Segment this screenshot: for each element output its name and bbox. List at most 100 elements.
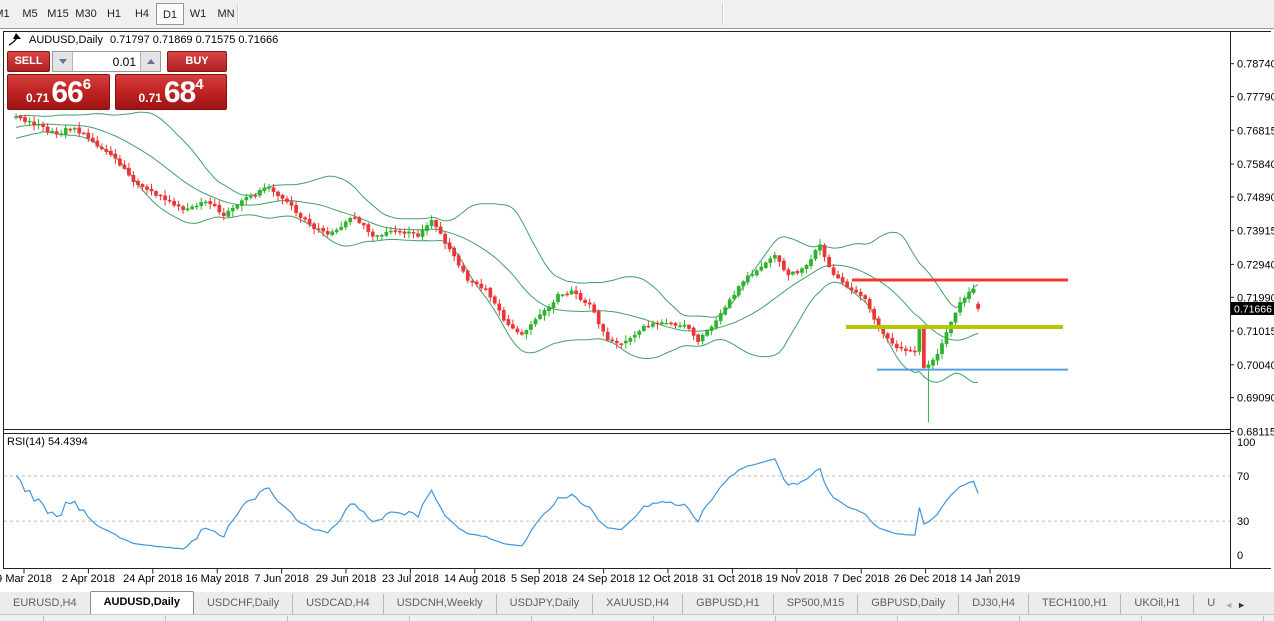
chart-tab-USDCAD-H4[interactable]: USDCAD,H4 [292,594,383,614]
volume-increase-button[interactable] [140,52,160,71]
bollinger-middle-band [15,123,979,341]
svg-text:9 Mar 2018: 9 Mar 2018 [0,573,52,585]
volume-spinner [52,51,161,72]
sell-button[interactable]: SELL [7,51,50,72]
svg-text:24 Apr 2018: 24 Apr 2018 [123,573,182,585]
timeframe-button-M1[interactable]: M1 [0,3,16,25]
chart-tab-GBPUSD-H1[interactable]: GBPUSD,H1 [682,594,773,614]
chart-symbol-period: AUDUSD,Daily [29,33,103,46]
mt4-window: M1M5M15M30H1H4D1W1MN 0.78740 0.77790 0.768… [0,0,1274,621]
svg-text:24 Sep 2018: 24 Sep 2018 [572,573,634,585]
svg-text:14 Aug 2018: 14 Aug 2018 [444,573,506,585]
svg-text:31 Oct 2018: 31 Oct 2018 [702,573,762,585]
timeframe-button-H1[interactable]: H1 [100,3,128,25]
chart-tab-XAUUSD-H4[interactable]: XAUUSD,H4 [592,594,682,614]
svg-text:100: 100 [1237,437,1255,449]
arrow-down-icon [58,59,67,64]
candles-layer [14,113,980,423]
ask-price-pipette: 4 [195,76,204,93]
svg-text:23 Jul 2018: 23 Jul 2018 [382,573,439,585]
svg-text:0.75840: 0.75840 [1237,159,1274,171]
chart-tab-EURUSD-H4[interactable]: EURUSD,H4 [0,594,90,614]
ask-price-button[interactable]: 0.71 68 4 [115,74,227,110]
volume-decrease-button[interactable] [53,52,73,71]
price-chart-canvas[interactable]: 0.78740 0.77790 0.76815 0.75840 0.74890 0.739… [0,29,1274,592]
svg-text:12 Oct 2018: 12 Oct 2018 [638,573,698,585]
date-axis: 9 Mar 2018 2 Apr 2018 24 Apr 2018 16 May 20… [0,568,1021,585]
timeframe-button-M15[interactable]: M15 [44,3,72,25]
svg-text:19 Nov 2018: 19 Nov 2018 [766,573,828,585]
chart-tab-USDCNH-Weekly[interactable]: USDCNH,Weekly [382,594,496,614]
chart-layers: 0.78740 0.77790 0.76815 0.75840 0.74890 0.739… [0,31,1274,585]
svg-text:26 Dec 2018: 26 Dec 2018 [894,573,956,585]
timeframe-button-MN[interactable]: MN [212,3,240,25]
svg-text:70: 70 [1237,471,1249,483]
timeframe-button-W1[interactable]: W1 [184,3,212,25]
rsi-indicator-label: RSI(14) 54.4394 [7,436,88,448]
price-axis: 0.78740 0.77790 0.76815 0.75840 0.74890 0.739… [1230,59,1274,562]
chart-tab-UKOil-H1[interactable]: UKOil,H1 [1120,594,1193,614]
buy-button[interactable]: BUY [167,51,227,72]
timeframe-buttons: M1M5M15M30H1H4D1W1MN [0,3,240,25]
status-separator [653,616,654,621]
bollinger-upper-band [15,111,979,318]
tab-scroll-controls: ◄ ► [1224,600,1246,610]
chart-tab-USDJPY-Daily[interactable]: USDJPY,Daily [495,594,593,614]
ask-price-big-digits: 68 [163,76,196,109]
chart-tab-USDCHF-Daily[interactable]: USDCHF,Daily [194,594,292,614]
toolbar-divider [237,3,238,25]
tab-scroll-left-icon[interactable]: ◄ [1224,600,1233,610]
status-separator [287,616,288,621]
svg-text:2 Apr 2018: 2 Apr 2018 [62,573,115,585]
one-click-arrow-icon[interactable] [8,33,23,46]
svg-text:0.71015: 0.71015 [1237,326,1274,338]
svg-text:14 Jan 2019: 14 Jan 2019 [960,573,1021,585]
status-separator [409,616,410,621]
status-separator [1019,616,1020,621]
chart-tab-AUDUSD-Daily[interactable]: AUDUSD,Daily [89,591,194,614]
bid-price-prefix: 0.71 [25,91,50,105]
chart-title: AUDUSD,Daily 0.71797 0.71869 0.71575 0.7… [8,33,278,46]
tab-scroll-right-icon[interactable]: ► [1237,600,1246,610]
main-pane [14,111,1068,423]
svg-text:5 Sep 2018: 5 Sep 2018 [511,573,567,585]
pane-borders [3,31,1271,569]
chart-tab-TECH100-H1[interactable]: TECH100,H1 [1027,594,1120,614]
svg-text:0.74890: 0.74890 [1237,192,1274,204]
chart-tab-GBPUSD-Daily[interactable]: GBPUSD,Daily [857,594,958,614]
svg-text:7 Jun 2018: 7 Jun 2018 [254,573,308,585]
bollinger-lower-band [15,131,979,384]
chart-tab-SP500-M15[interactable]: SP500,M15 [772,594,857,614]
bid-price-button[interactable]: 0.71 66 6 [7,74,110,110]
svg-text:0.69090: 0.69090 [1237,393,1274,405]
arrow-up-icon [146,59,155,64]
status-separator [165,616,166,621]
status-separator [1263,616,1264,621]
svg-text:0.73915: 0.73915 [1237,226,1274,238]
rsi-pane [4,458,1230,550]
status-separator [897,616,898,621]
bid-price-pipette: 6 [82,76,92,93]
timeframe-button-H4[interactable]: H4 [128,3,156,25]
svg-text:0: 0 [1237,550,1243,562]
chart-window[interactable]: 0.78740 0.77790 0.76815 0.75840 0.74890 0.739… [0,29,1274,592]
status-separator [1141,616,1142,621]
chart-tab-U[interactable]: U [1193,594,1218,614]
rsi-line [15,458,979,550]
svg-text:0.76815: 0.76815 [1237,125,1274,137]
timeframe-button-M5[interactable]: M5 [16,3,44,25]
timeframe-button-D1[interactable]: D1 [156,3,184,25]
toolbar-divider [722,3,723,25]
svg-text:0.72940: 0.72940 [1237,259,1274,271]
chart-ohlc-values: 0.71797 0.71869 0.71575 0.71666 [109,33,279,46]
svg-text:16 May 2018: 16 May 2018 [185,573,249,585]
svg-text:0.77790: 0.77790 [1237,92,1274,104]
svg-text:7 Dec 2018: 7 Dec 2018 [833,573,889,585]
timeframe-toolbar: M1M5M15M30H1H4D1W1MN [0,0,1274,29]
timeframe-button-M30[interactable]: M30 [72,3,100,25]
chart-tabs-bar: EURUSD,H4 AUDUSD,Daily USDCHF,Daily USDCAD,… [0,591,1274,614]
volume-input[interactable] [73,52,140,71]
svg-text:29 Jun 2018: 29 Jun 2018 [316,573,377,585]
current-price-value: 0.71666 [1234,304,1272,316]
chart-tab-DJ30-H4[interactable]: DJ30,H4 [958,594,1028,614]
